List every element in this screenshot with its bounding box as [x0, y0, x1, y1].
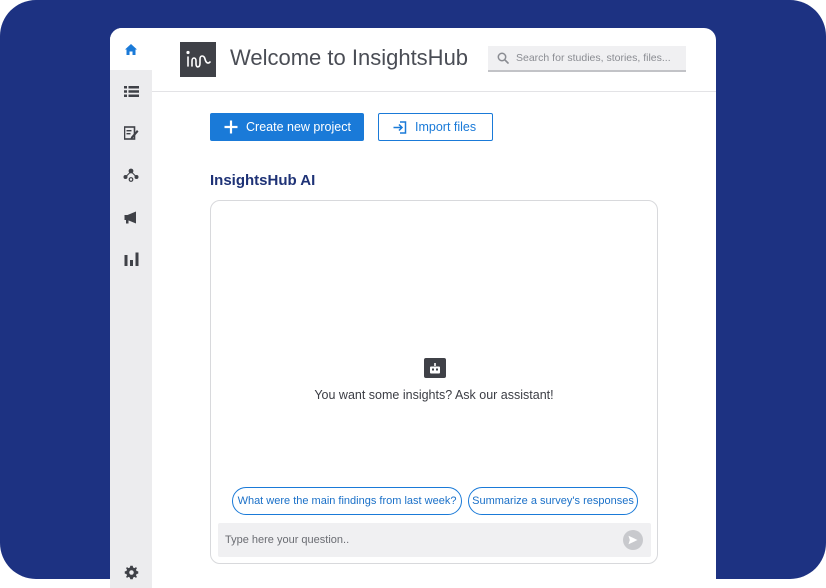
- import-icon: [393, 120, 407, 134]
- list-icon: [123, 85, 139, 97]
- search-bar[interactable]: [488, 46, 686, 72]
- import-files-button[interactable]: Import files: [378, 113, 493, 141]
- plus-icon: [224, 120, 238, 134]
- page-title: Welcome to InsightsHub: [230, 45, 469, 70]
- create-project-label: Create new project: [246, 120, 351, 134]
- network-icon: [123, 168, 139, 182]
- search-icon: [497, 52, 509, 64]
- sidebar-item-announcements[interactable]: [110, 206, 152, 228]
- bar-chart-icon: [124, 252, 138, 266]
- assistant-prompt-text: You want some insights? Ask our assistan…: [314, 388, 554, 402]
- sidebar-item-notes[interactable]: [110, 122, 152, 144]
- sidebar-item-list[interactable]: [110, 80, 152, 102]
- ai-section-title: InsightsHub AI: [210, 172, 316, 189]
- ai-assistant-panel: You want some insights? Ask our assistan…: [210, 200, 658, 564]
- app-logo: [180, 42, 216, 77]
- search-input[interactable]: [516, 52, 686, 64]
- question-input[interactable]: [218, 533, 607, 547]
- logo-icon: [186, 50, 211, 68]
- sidebar-item-reports[interactable]: [110, 248, 152, 270]
- import-files-label: Import files: [415, 120, 477, 134]
- send-icon: [628, 535, 638, 545]
- create-project-button[interactable]: Create new project: [210, 113, 364, 141]
- sidebar: [110, 28, 152, 588]
- gear-icon: [124, 565, 138, 579]
- edit-note-icon: [123, 126, 138, 140]
- sidebar-item-network[interactable]: [110, 164, 152, 186]
- home-icon: [125, 43, 137, 55]
- robot-icon: [424, 358, 446, 378]
- megaphone-icon: [124, 211, 136, 223]
- suggestion-chip[interactable]: What were the main findings from last we…: [232, 487, 462, 515]
- app-window: Welcome to InsightsHub Create new projec…: [110, 28, 716, 588]
- send-button[interactable]: [623, 530, 643, 550]
- question-input-bar: [218, 523, 651, 557]
- sidebar-item-settings[interactable]: [110, 561, 152, 583]
- sidebar-item-home[interactable]: [110, 28, 152, 70]
- header: Welcome to InsightsHub: [152, 28, 716, 92]
- suggestion-chip[interactable]: Summarize a survey's responses: [468, 487, 638, 515]
